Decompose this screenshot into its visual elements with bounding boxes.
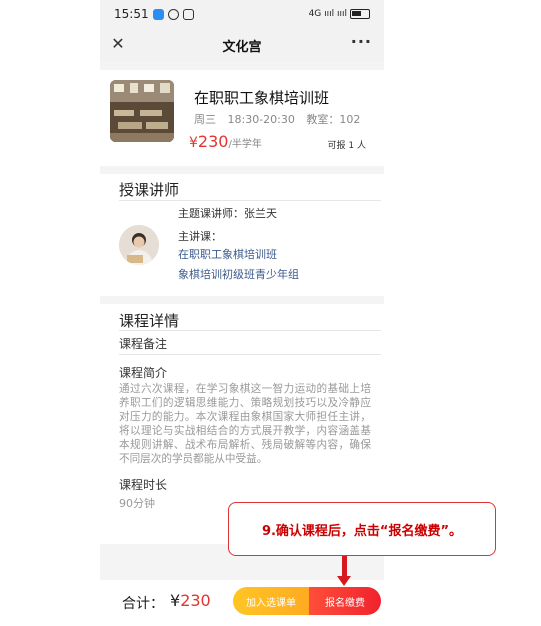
course-schedule: 周三 18:30-20:30 教室：102 xyxy=(194,111,360,127)
price-unit: /半学年 xyxy=(228,139,262,150)
divider-band xyxy=(100,296,384,304)
section-divider xyxy=(119,354,381,355)
course-price: ¥230/半学年 xyxy=(189,132,262,151)
teacher-avatar xyxy=(119,225,159,265)
battery-icon xyxy=(350,9,370,19)
price-symbol: ¥ xyxy=(189,135,198,151)
enroll-pay-button[interactable]: 报名缴费 xyxy=(309,587,381,615)
course-thumbnail xyxy=(110,80,174,142)
divider-band xyxy=(100,166,384,174)
course-time: 18:30-20:30 xyxy=(227,113,295,126)
course-day: 周三 xyxy=(194,113,216,126)
nfc-icon xyxy=(182,8,194,20)
course-name: 在职职工象棋培训班 xyxy=(194,89,330,107)
section-divider xyxy=(119,200,381,201)
intro-text: 通过六次课程，在学习象棋这一智力运动的基础上培养职工们的逻辑思维能力、策略规划技… xyxy=(119,383,371,465)
page-title: 文化宫 xyxy=(222,39,262,55)
divider-band xyxy=(100,62,384,70)
course-room: 教室：102 xyxy=(306,113,361,126)
instruction-text: 9.确认课程后，点击“报名缴费”。 xyxy=(261,523,463,539)
price-value: 230 xyxy=(197,132,229,151)
total-price: ¥230 xyxy=(170,591,211,610)
total-label: 合计： xyxy=(122,596,164,612)
teacher-courses-label: 主讲课： xyxy=(178,230,222,243)
instruction-callout: 9.确认课程后，点击“报名缴费”。 xyxy=(228,502,496,556)
duration-label: 课程时长 xyxy=(119,478,168,492)
add-to-course-list-button[interactable]: 加入选课单 xyxy=(233,587,309,615)
course-card: 在职职工象棋培训班 周三 18:30-20:30 教室：102 ¥230/半学年… xyxy=(100,70,384,166)
duration-value: 90分钟 xyxy=(119,497,155,510)
status-bar: 15:51 4G ıııl ıııl xyxy=(100,0,384,28)
app-notification-icon xyxy=(152,8,164,20)
teacher-section-title: 授课讲师 xyxy=(119,181,180,199)
sync-icon xyxy=(167,8,179,20)
bottom-bar: 合计： ¥230 加入选课单 报名缴费 xyxy=(100,580,384,622)
arrow-head-icon xyxy=(337,576,351,586)
teacher-course-link[interactable]: 在职职工象棋培训班 xyxy=(178,246,277,262)
teacher-course-link[interactable]: 象棋培训初级班青少年组 xyxy=(178,266,299,282)
status-time: 15:51 xyxy=(114,7,149,21)
total-symbol: ¥ xyxy=(170,591,181,610)
total-value: 230 xyxy=(180,591,211,610)
close-icon[interactable]: ✕ xyxy=(108,34,128,53)
section-divider xyxy=(119,330,381,331)
arrow-down-icon xyxy=(342,556,347,578)
nav-bar: ✕ 文化宫 ··· xyxy=(100,28,384,62)
signal-icon: 4G ıııl ıııl xyxy=(308,9,347,19)
intro-label: 课程简介 xyxy=(119,366,168,380)
teacher-name: 主题课讲师：张兰天 xyxy=(178,207,277,220)
detail-section-title: 课程详情 xyxy=(119,312,180,330)
more-icon[interactable]: ··· xyxy=(351,32,372,51)
remark-label: 课程备注 xyxy=(119,337,168,351)
quota-label: 可报 1 人 xyxy=(327,141,366,151)
